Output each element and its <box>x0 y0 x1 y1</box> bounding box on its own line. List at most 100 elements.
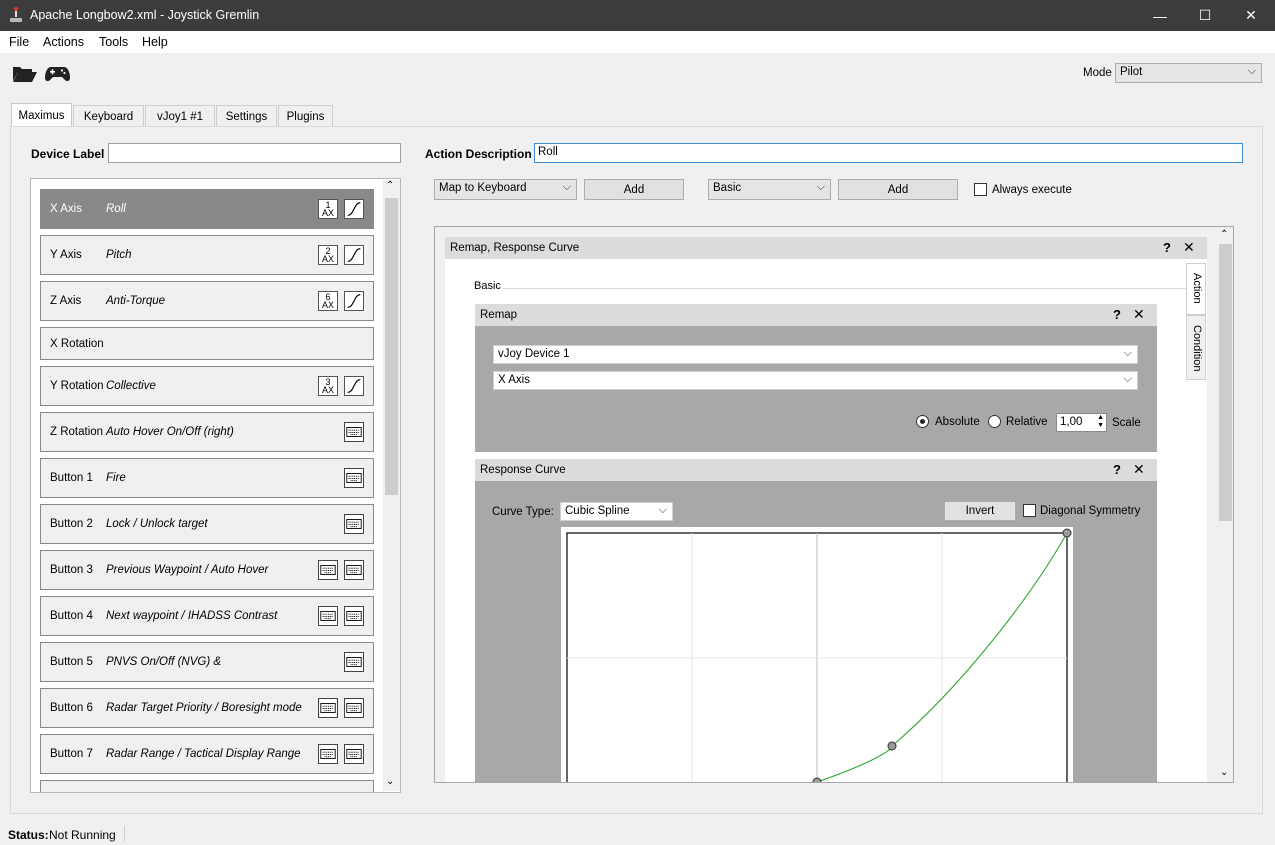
status-label: Status: <box>8 828 49 842</box>
input-name: X Rotation <box>50 338 104 350</box>
help-icon[interactable]: ? <box>1113 307 1121 322</box>
chevron-down-icon: ⌵ <box>1247 65 1256 77</box>
relative-label: Relative <box>1006 416 1048 428</box>
keyboard-icon <box>318 744 338 764</box>
keyboard-icon <box>344 560 364 580</box>
device-label-input[interactable] <box>108 143 401 163</box>
tab-plugins[interactable]: Plugins <box>278 105 333 127</box>
axis-icon: 2 AX <box>318 245 338 265</box>
add-container-button[interactable]: Add <box>838 179 958 200</box>
vjoy-axis-select[interactable]: X Axis ⌵ <box>493 371 1138 390</box>
close-icon[interactable]: ✕ <box>1133 306 1145 323</box>
close-icon[interactable]: ✕ <box>1183 239 1195 256</box>
container-header: Remap, Response Curve ? ✕ <box>445 237 1207 259</box>
scroll-down-icon[interactable]: ⌄ <box>1220 767 1228 778</box>
response-curve-icon <box>344 291 364 311</box>
curve-control-point[interactable] <box>1062 528 1072 538</box>
input-row-y-rotation[interactable]: Y Rotation Collective 3 AX <box>40 366 374 406</box>
menu-actions[interactable]: Actions <box>43 35 84 49</box>
input-row-button-4[interactable]: Button 4 Next waypoint / IHADSS Contrast <box>40 596 374 636</box>
input-row-button-2[interactable]: Button 2 Lock / Unlock target <box>40 504 374 544</box>
scroll-up-icon[interactable]: ⌃ <box>1220 229 1228 240</box>
mode-select[interactable]: Pilot ⌵ <box>1115 63 1262 83</box>
input-row-z-axis[interactable]: Z Axis Anti-Torque 6 AX <box>40 281 374 321</box>
curve-control-point[interactable] <box>887 741 897 751</box>
close-button[interactable]: ✕ <box>1228 0 1274 31</box>
gamepad-icon[interactable] <box>45 65 70 83</box>
curve-type-select[interactable]: Cubic Spline ⌵ <box>560 502 673 521</box>
input-row-y-axis[interactable]: Y Axis Pitch 2 AX <box>40 235 374 275</box>
action-scroll-area: Remap, Response Curve ? ✕ Basic Action C… <box>434 226 1234 783</box>
mode-select-value: Pilot <box>1120 66 1143 78</box>
tab-vjoy1[interactable]: vJoy1 #1 <box>145 105 215 127</box>
vjoy-axis-value: X Axis <box>498 374 530 386</box>
container-type-select[interactable]: Basic ⌵ <box>708 179 831 200</box>
action-area-scrollbar[interactable]: ⌃ ⌄ <box>1217 227 1233 782</box>
scale-spinbox[interactable]: 1,00 ▲ ▼ <box>1056 413 1107 432</box>
keyboard-icon <box>344 514 364 534</box>
input-list-scrollbar[interactable]: ⌃ ⌄ <box>383 180 400 791</box>
keyboard-icon <box>318 698 338 718</box>
scrollbar-thumb[interactable] <box>385 198 398 495</box>
input-description: Pitch <box>106 249 132 261</box>
always-execute-checkbox[interactable] <box>974 183 987 196</box>
absolute-radio[interactable] <box>916 415 929 428</box>
help-icon[interactable]: ? <box>1163 240 1171 255</box>
maximize-button[interactable]: ☐ <box>1182 0 1228 31</box>
action-description-input[interactable]: Roll <box>534 143 1243 163</box>
chevron-down-icon: ⌵ <box>658 504 667 516</box>
tab-keyboard[interactable]: Keyboard <box>73 105 144 127</box>
input-name: Z Rotation <box>50 426 104 438</box>
menu-file[interactable]: File <box>9 35 29 49</box>
tab-settings[interactable]: Settings <box>216 105 277 127</box>
vtab-condition[interactable]: Condition <box>1186 315 1206 380</box>
response-curve-icon <box>344 245 364 265</box>
scroll-up-icon[interactable]: ⌃ <box>386 180 394 191</box>
invert-button[interactable]: Invert <box>944 501 1016 521</box>
input-name: Button 4 <box>50 610 93 622</box>
response-curve-icon <box>344 376 364 396</box>
close-icon[interactable]: ✕ <box>1133 461 1145 478</box>
vtab-action[interactable]: Action <box>1186 263 1206 315</box>
folder-open-icon[interactable] <box>12 64 38 84</box>
response-curve-graph[interactable] <box>561 527 1073 783</box>
help-icon[interactable]: ? <box>1113 462 1121 477</box>
chevron-down-icon: ⌵ <box>562 181 571 193</box>
relative-radio[interactable] <box>988 415 1001 428</box>
chevron-down-icon: ⌵ <box>1123 347 1132 359</box>
curve-control-point[interactable] <box>812 777 822 783</box>
input-name: Button 7 <box>50 748 93 760</box>
absolute-label: Absolute <box>935 416 980 428</box>
diagonal-symmetry-checkbox[interactable] <box>1023 504 1036 517</box>
vjoy-device-select[interactable]: vJoy Device 1 ⌵ <box>493 345 1138 364</box>
input-row-button-1[interactable]: Button 1 Fire <box>40 458 374 498</box>
input-row-button-3[interactable]: Button 3 Previous Waypoint / Auto Hover <box>40 550 374 590</box>
remap-title: Remap <box>480 309 518 321</box>
input-row-x-rotation[interactable]: X Rotation <box>40 327 374 360</box>
input-row-button-6[interactable]: Button 6 Radar Target Priority / Boresig… <box>40 688 374 728</box>
input-row-x-axis[interactable]: X Axis Roll 1 AX <box>40 189 374 229</box>
menu-bar: File Actions Tools Help <box>0 31 1275 53</box>
input-row-z-rotation[interactable]: Z Rotation Auto Hover On/Off (right) <box>40 412 374 452</box>
input-row-button-7[interactable]: Button 7 Radar Range / Tactical Display … <box>40 734 374 774</box>
input-description: Radar Target Priority / Boresight mode <box>106 702 302 714</box>
scroll-down-icon[interactable]: ⌄ <box>386 776 394 787</box>
add-action-button[interactable]: Add <box>584 179 684 200</box>
input-row-button-5[interactable]: Button 5 PNVS On/Off (NVG) & <box>40 642 374 682</box>
input-row-partial[interactable] <box>40 780 374 792</box>
spinner-arrows-icon[interactable]: ▲ ▼ <box>1097 414 1104 430</box>
action-type-select[interactable]: Map to Keyboard ⌵ <box>434 179 577 200</box>
keyboard-icon <box>344 652 364 672</box>
input-name: Button 6 <box>50 702 93 714</box>
keyboard-icon <box>344 606 364 626</box>
scrollbar-thumb[interactable] <box>1219 244 1232 521</box>
input-description: Radar Range / Tactical Display Range <box>106 748 301 760</box>
keyboard-icon <box>344 698 364 718</box>
container-type-value: Basic <box>713 182 742 194</box>
minimize-button[interactable]: — <box>1137 0 1183 31</box>
menu-tools[interactable]: Tools <box>99 35 128 49</box>
tab-maximus[interactable]: Maximus <box>11 103 72 128</box>
keyboard-icon <box>318 606 338 626</box>
mode-label: Mode <box>1083 67 1112 79</box>
menu-help[interactable]: Help <box>142 35 168 49</box>
